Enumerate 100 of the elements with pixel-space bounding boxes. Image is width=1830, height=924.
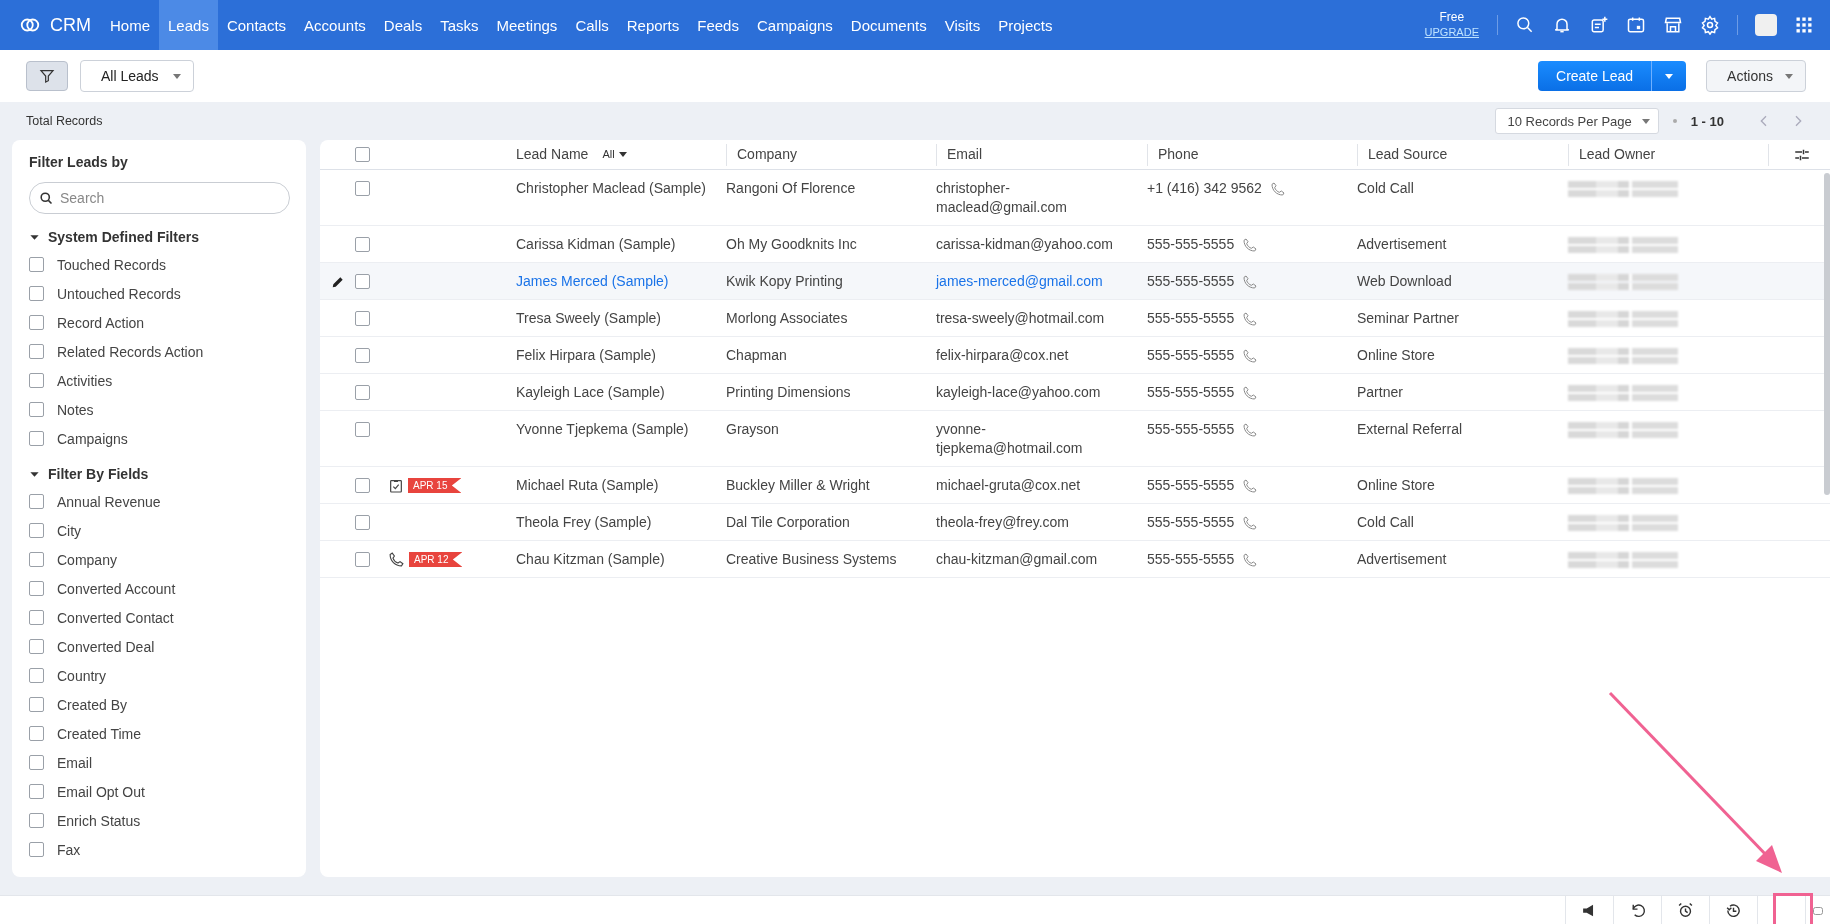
checkbox[interactable]: [355, 237, 370, 252]
email-link[interactable]: james-merced@gmail.com: [936, 272, 1127, 291]
avatar[interactable]: [1755, 14, 1777, 36]
phone-icon[interactable]: [1269, 180, 1286, 197]
name-filter-dropdown[interactable]: All: [602, 145, 627, 164]
history-icon[interactable]: [1725, 901, 1742, 919]
nav-tab[interactable]: Projects: [989, 0, 1062, 50]
column-header[interactable]: Phone: [1158, 145, 1199, 164]
checkbox[interactable]: [29, 523, 44, 538]
nav-tab[interactable]: Contacts: [217, 0, 296, 50]
lead-name-link[interactable]: Christopher Maclead (Sample): [516, 179, 712, 198]
nav-tab[interactable]: Visits: [935, 0, 990, 50]
phone-icon[interactable]: [1242, 347, 1259, 364]
filter-group-title[interactable]: Filter By Fields: [48, 466, 149, 482]
nav-tab[interactable]: Home: [101, 0, 159, 50]
email-link[interactable]: carissa-kidman@yahoo.com: [936, 235, 1127, 254]
actions-button[interactable]: Actions: [1706, 60, 1806, 92]
lead-name-link[interactable]: Chau Kitzman (Sample): [516, 550, 712, 569]
lead-name-link[interactable]: Felix Hirpara (Sample): [516, 346, 712, 365]
checkbox[interactable]: [29, 726, 44, 741]
nav-tab[interactable]: Calls: [566, 0, 618, 50]
lead-name-link[interactable]: Michael Ruta (Sample): [516, 476, 712, 495]
checkbox[interactable]: [29, 431, 44, 446]
phone-icon[interactable]: [1242, 236, 1259, 253]
email-link[interactable]: michael-gruta@cox.net: [936, 476, 1127, 495]
checkbox[interactable]: [355, 147, 370, 162]
checkbox[interactable]: [355, 274, 370, 289]
filter-group-title[interactable]: System Defined Filters: [48, 229, 199, 245]
checkbox[interactable]: [29, 581, 44, 596]
nav-tab[interactable]: Accounts: [295, 0, 375, 50]
checkbox[interactable]: [29, 257, 44, 272]
lead-name-link[interactable]: Carissa Kidman (Sample): [516, 235, 712, 254]
checkbox[interactable]: [29, 286, 44, 301]
nav-tab[interactable]: Campaigns: [747, 0, 842, 50]
checkbox[interactable]: [355, 515, 370, 530]
nav-tab[interactable]: Meetings: [487, 0, 567, 50]
checkbox[interactable]: [29, 373, 44, 388]
filter-button[interactable]: [26, 61, 68, 91]
checkbox[interactable]: [355, 552, 370, 567]
column-header[interactable]: Lead Name: [516, 145, 589, 164]
email-link[interactable]: tresa-sweely@hotmail.com: [936, 309, 1127, 328]
edit-icon[interactable]: [330, 274, 345, 289]
alarm-clock-icon[interactable]: [1677, 901, 1694, 919]
column-header[interactable]: Lead Source: [1368, 145, 1448, 164]
checkbox[interactable]: [29, 639, 44, 654]
checkbox[interactable]: [355, 422, 370, 437]
scrollbar[interactable]: [1824, 173, 1830, 495]
search-icon[interactable]: [1515, 15, 1535, 35]
email-link[interactable]: yvonne-tjepkema@hotmail.com: [936, 420, 1127, 458]
checkbox[interactable]: [29, 697, 44, 712]
search-field[interactable]: Search: [29, 182, 290, 214]
checkbox[interactable]: [29, 784, 44, 799]
upgrade-link[interactable]: UPGRADE: [1424, 25, 1479, 40]
apps-grid-icon[interactable]: [1794, 15, 1814, 35]
phone-icon[interactable]: [1242, 477, 1259, 494]
email-link[interactable]: chau-kitzman@gmail.com: [936, 550, 1127, 569]
nav-tab[interactable]: Reports: [617, 0, 689, 50]
column-header[interactable]: Lead Owner: [1579, 145, 1656, 164]
email-link[interactable]: felix-hirpara@cox.net: [936, 346, 1127, 365]
lead-name-link[interactable]: Theola Frey (Sample): [516, 513, 712, 532]
email-link[interactable]: theola-frey@frey.com: [936, 513, 1127, 532]
store-icon[interactable]: [1663, 15, 1683, 35]
nav-tab[interactable]: Tasks: [431, 0, 488, 50]
checkbox[interactable]: [29, 755, 44, 770]
checkbox[interactable]: [29, 610, 44, 625]
checkbox[interactable]: [355, 385, 370, 400]
checkbox[interactable]: [29, 402, 44, 417]
checkbox[interactable]: [29, 344, 44, 359]
nav-tab[interactable]: Documents: [841, 0, 936, 50]
nav-tab[interactable]: Feeds: [688, 0, 748, 50]
column-header[interactable]: Company: [737, 145, 797, 164]
phone-icon[interactable]: [1242, 384, 1259, 401]
lead-name-link[interactable]: James Merced (Sample): [516, 272, 712, 291]
phone-icon[interactable]: [1242, 551, 1259, 568]
per-page-dropdown[interactable]: 10 Records Per Page: [1495, 108, 1659, 134]
settings-icon[interactable]: [1700, 15, 1720, 35]
phone-icon[interactable]: [1242, 421, 1259, 438]
view-dropdown[interactable]: All Leads: [80, 60, 194, 92]
checkbox[interactable]: [29, 842, 44, 857]
checkbox[interactable]: [355, 181, 370, 196]
lead-name-link[interactable]: Tresa Sweely (Sample): [516, 309, 712, 328]
calendar-icon[interactable]: [1626, 15, 1646, 35]
lead-name-link[interactable]: Kayleigh Lace (Sample): [516, 383, 712, 402]
phone-icon[interactable]: [1242, 310, 1259, 327]
lead-name-link[interactable]: Yvonne Tjepkema (Sample): [516, 420, 712, 439]
phone-icon[interactable]: [1242, 273, 1259, 290]
column-header[interactable]: Email: [947, 145, 982, 164]
nav-tab[interactable]: Deals: [374, 0, 432, 50]
email-link[interactable]: christopher-maclead@gmail.com: [936, 179, 1127, 217]
checkbox[interactable]: [355, 311, 370, 326]
checkbox[interactable]: [29, 494, 44, 509]
checkbox[interactable]: [355, 478, 370, 493]
phone-icon[interactable]: [1242, 514, 1259, 531]
checkbox[interactable]: [29, 552, 44, 567]
email-link[interactable]: kayleigh-lace@yahoo.com: [936, 383, 1127, 402]
checkbox[interactable]: [355, 348, 370, 363]
checkbox[interactable]: [29, 813, 44, 828]
checkbox[interactable]: [29, 668, 44, 683]
add-note-icon[interactable]: [1589, 15, 1609, 35]
checkbox[interactable]: [29, 315, 44, 330]
